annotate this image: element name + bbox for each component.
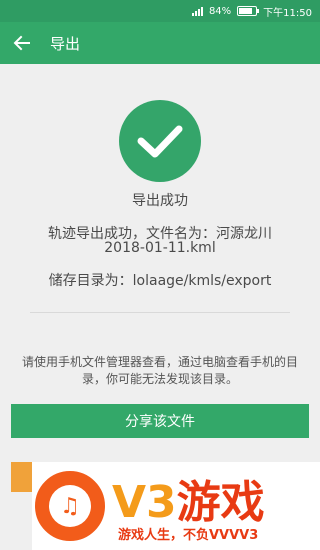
battery-icon: [237, 6, 260, 16]
hint-text: 请使用手机文件管理器查看，通过电脑查看手机的目录，你可能无法发现该目录。: [21, 355, 298, 386]
watermark-logo-icon: ♫: [32, 468, 108, 544]
back-button[interactable]: [0, 22, 44, 64]
app-bar: 导出: [0, 22, 320, 64]
success-headline: 导出成功: [132, 193, 188, 209]
status-bar: 84% 下午11:50: [0, 0, 320, 22]
status-time: 下午11:50: [263, 7, 312, 19]
signal-icon: [191, 6, 203, 16]
file-name-date: 2018-01-11.kml: [104, 240, 216, 256]
arrow-left-icon: [13, 35, 30, 51]
share-file-button[interactable]: 分享该文件: [11, 404, 309, 438]
page-title: 导出: [50, 34, 81, 53]
watermark-slogan: 游戏人生，不负VVVV3: [118, 528, 259, 543]
storage-directory: 储存目录为：lolaage/kmls/export: [48, 273, 272, 289]
watermark-overlay: ♫ V3游戏 游戏人生，不负VVVV3: [32, 462, 320, 550]
battery-percent: 84%: [208, 5, 232, 17]
divider: [30, 312, 290, 313]
watermark-brand: V3游戏: [112, 477, 265, 528]
success-check-icon: [119, 100, 201, 182]
